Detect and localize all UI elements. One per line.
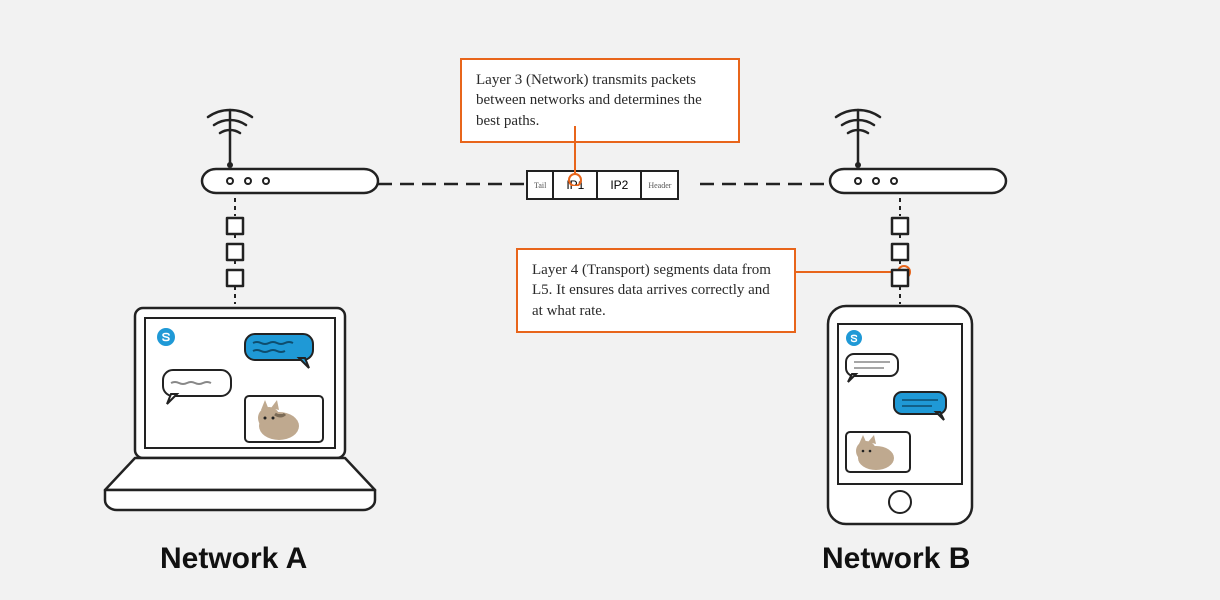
link-left xyxy=(378,174,526,194)
router-a xyxy=(190,95,390,205)
packet-header: Header xyxy=(642,172,677,198)
home-button-icon xyxy=(889,491,911,513)
callout-layer3-text: Layer 3 (Network) transmits packets betw… xyxy=(476,72,702,129)
callout-layer3-connector xyxy=(560,126,590,186)
laptop xyxy=(85,300,395,520)
packet: Tail IP1 IP2 Header xyxy=(526,170,679,200)
link-right xyxy=(700,174,830,194)
skype-icon xyxy=(846,330,862,346)
data-squares-b xyxy=(885,198,915,308)
callout-layer4-text: Layer 4 (Transport) segments data from L… xyxy=(532,262,771,319)
data-squares-a xyxy=(220,198,250,308)
network-b-label: Network B xyxy=(822,542,970,576)
skype-icon xyxy=(157,328,175,346)
callout-layer3: Layer 3 (Network) transmits packets betw… xyxy=(460,58,740,143)
packet-ip2: IP2 xyxy=(598,172,642,198)
callout-layer4: Layer 4 (Transport) segments data from L… xyxy=(516,248,796,333)
network-a-label: Network A xyxy=(160,542,307,576)
phone xyxy=(820,300,980,530)
packet-tail: Tail xyxy=(528,172,554,198)
router-b xyxy=(818,95,1018,205)
